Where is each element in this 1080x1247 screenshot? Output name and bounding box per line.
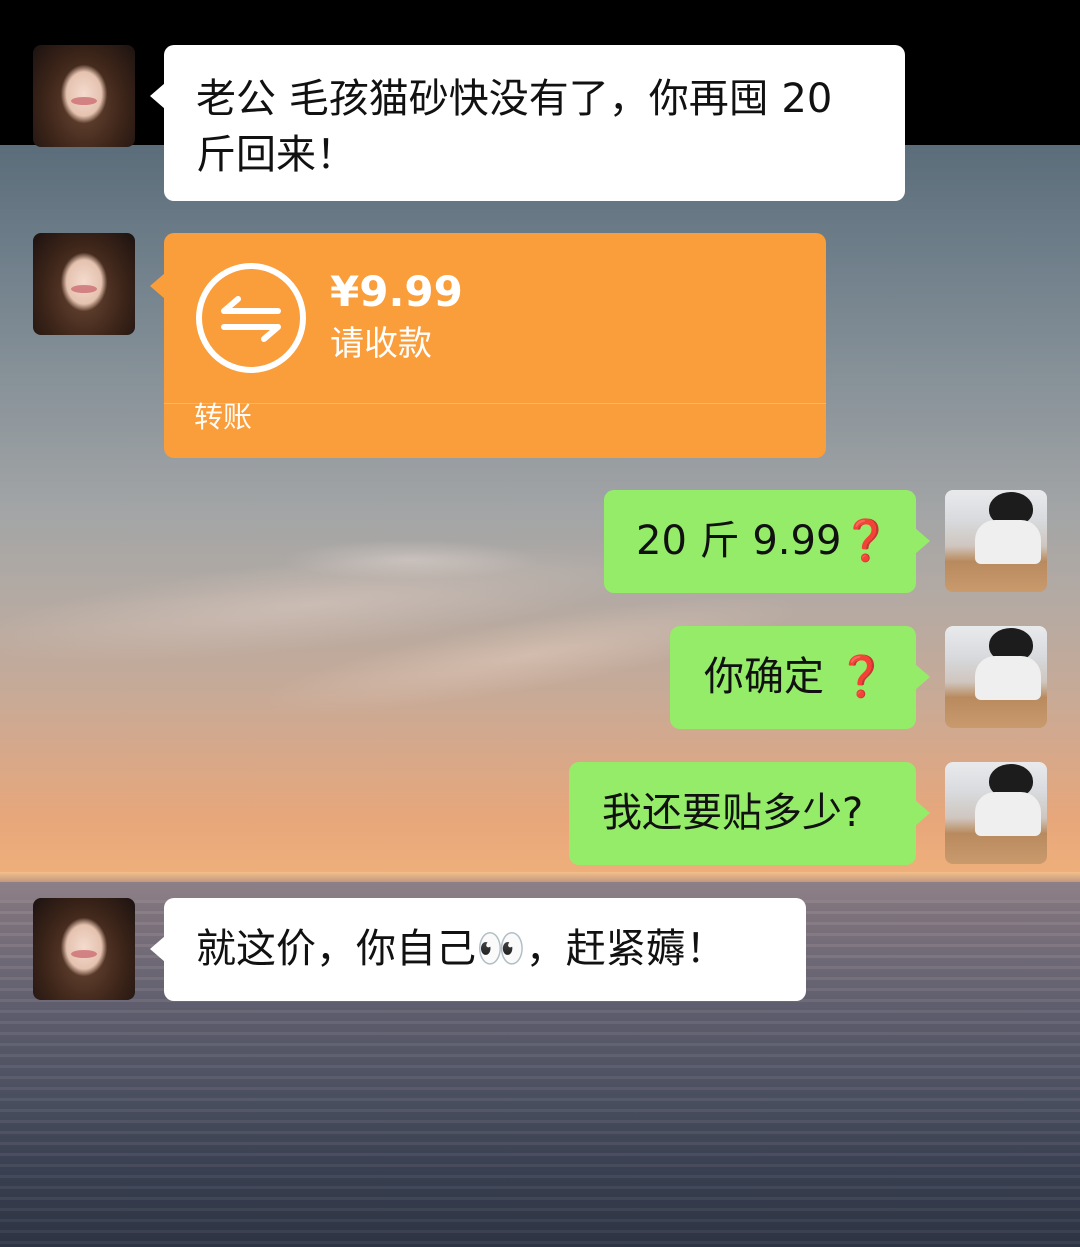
outgoing-message-bubble[interactable]: 你确定 ❓: [670, 626, 930, 729]
outgoing-message-bubble[interactable]: 20 斤 9.99❓: [604, 490, 930, 593]
message-text: 我还要贴多少?: [602, 790, 864, 836]
contact-avatar[interactable]: [33, 233, 135, 335]
transfer-status: 请收款: [330, 324, 432, 364]
incoming-message-bubble[interactable]: 就这价，你自己👀，赶紧薅！: [150, 898, 806, 1001]
outgoing-message-bubble[interactable]: 我还要贴多少?: [569, 762, 930, 865]
transfer-label: 转账: [194, 400, 253, 434]
message-text: 就这价，你自己👀，赶紧薅！: [196, 926, 726, 972]
transfer-arrows-icon: [196, 263, 306, 373]
my-avatar[interactable]: [945, 762, 1047, 864]
incoming-message-bubble[interactable]: 老公 毛孩猫砂快没有了，你再囤 20 斤回来！: [150, 45, 905, 201]
transfer-amount: ¥9.99: [330, 267, 463, 316]
message-text: 老公 毛孩猫砂快没有了，你再囤 20 斤回来！: [196, 76, 833, 178]
my-avatar[interactable]: [945, 626, 1047, 728]
contact-avatar[interactable]: [33, 898, 135, 1000]
my-avatar[interactable]: [945, 490, 1047, 592]
message-text: 20 斤 9.99: [636, 518, 842, 564]
transfer-divider: [164, 403, 826, 404]
question-mark-emoji: ❓: [841, 518, 892, 564]
transfer-card[interactable]: ¥9.99 请收款 转账: [150, 233, 826, 458]
message-text: 你确定: [704, 654, 837, 700]
question-mark-emoji: ❓: [836, 654, 887, 700]
contact-avatar[interactable]: [33, 45, 135, 147]
